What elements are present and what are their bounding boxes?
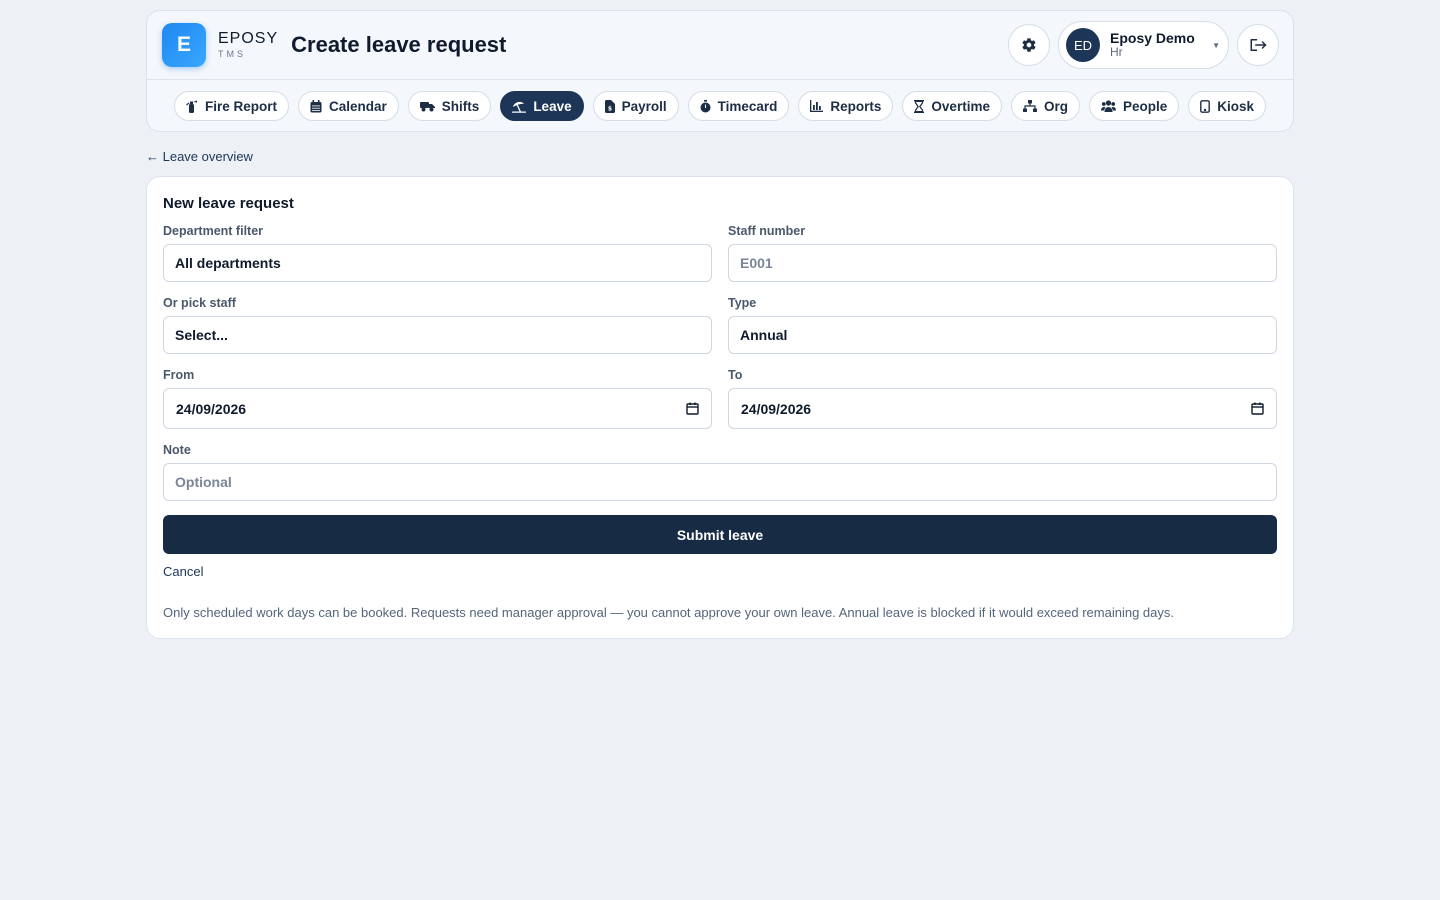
tab-label: Kiosk	[1217, 98, 1254, 114]
from-date-value: 24/09/2026	[176, 400, 247, 417]
from-date-input[interactable]: 24/09/2026	[163, 388, 712, 429]
leave-type-select[interactable]: Annual	[728, 316, 1277, 354]
tab-label: People	[1122, 98, 1168, 114]
to-date-input[interactable]: 24/09/2026	[728, 388, 1277, 429]
leave-request-form: New leave request Department filter All …	[146, 176, 1294, 639]
tab-fire-report[interactable]: Fire Report	[174, 91, 290, 121]
tab-label: Reports	[830, 98, 882, 114]
pick-staff-field: Or pick staff Select...	[163, 296, 712, 354]
field-label: From	[163, 368, 195, 382]
tab-label: Payroll	[621, 98, 667, 114]
page-title: Create leave request	[291, 32, 507, 57]
note-field: Note Optional	[163, 443, 1277, 501]
tablet-icon	[1200, 99, 1211, 113]
tab-label: Org	[1043, 98, 1068, 114]
form-grid: Department filter All departments Staff …	[163, 224, 1277, 443]
tab-label: Calendar	[329, 98, 387, 114]
tab-overtime[interactable]: Overtime	[902, 91, 1002, 121]
main-nav: Fire Report Calendar Shifts Leave $ Payr…	[147, 80, 1293, 132]
field-label: To	[728, 368, 743, 382]
tab-label: Timecard	[717, 98, 778, 114]
tab-label: Overtime	[931, 98, 990, 114]
hourglass-icon	[914, 99, 925, 113]
form-title: New leave request	[163, 195, 294, 212]
tab-reports[interactable]: Reports	[798, 91, 894, 121]
app-container: E EPOSY TMS Create leave request ED Epos…	[146, 10, 1294, 639]
submit-leave-button[interactable]: Submit leave	[163, 515, 1277, 554]
truck-icon	[419, 102, 435, 112]
header-top-row: E EPOSY TMS Create leave request ED Epos…	[147, 11, 1293, 80]
tab-people[interactable]: People	[1088, 91, 1180, 121]
avatar: ED	[1066, 28, 1100, 62]
stopwatch-icon	[700, 99, 711, 112]
help-text: Only scheduled work days can be booked. …	[163, 605, 1174, 620]
department-filter-field: Department filter All departments	[163, 224, 712, 282]
brand-subtitle: TMS	[218, 49, 246, 59]
calendar-icon	[310, 99, 322, 112]
invoice-dollar-icon: $	[604, 99, 615, 113]
fire-extinguisher-icon	[186, 100, 197, 113]
user-role: Hr	[1110, 45, 1123, 60]
app-header: E EPOSY TMS Create leave request ED Epos…	[146, 10, 1294, 132]
to-date-field: To 24/09/2026	[728, 368, 1277, 429]
tab-calendar[interactable]: Calendar	[298, 91, 399, 121]
tab-leave[interactable]: Leave	[500, 91, 584, 121]
user-menu[interactable]: ED Eposy Demo Hr ▼	[1058, 21, 1229, 69]
field-label: Department filter	[163, 224, 264, 238]
back-to-leave-overview-link[interactable]: ← Leave overview	[146, 149, 253, 164]
tab-shifts[interactable]: Shifts	[407, 91, 492, 121]
logout-button[interactable]	[1237, 24, 1279, 66]
brand-name: EPOSY	[218, 30, 279, 47]
tab-kiosk[interactable]: Kiosk	[1188, 91, 1266, 121]
staff-number-field: Staff number E001	[728, 224, 1277, 282]
tab-label: Leave	[533, 98, 572, 114]
bar-chart-icon	[810, 100, 824, 112]
department-filter-select[interactable]: All departments	[163, 244, 712, 282]
field-label: Type	[728, 296, 757, 310]
tab-label: Fire Report	[205, 98, 278, 114]
field-label: Note	[163, 443, 191, 457]
note-input[interactable]: Optional	[163, 463, 1277, 501]
to-date-value: 24/09/2026	[741, 400, 812, 417]
settings-button[interactable]	[1008, 24, 1050, 66]
tab-org[interactable]: Org	[1010, 91, 1080, 121]
field-label: Staff number	[728, 224, 806, 238]
tab-label: Shifts	[441, 98, 480, 114]
user-name: Eposy Demo	[1110, 29, 1195, 46]
calendar-picker-icon[interactable]	[686, 402, 699, 415]
svg-text:$: $	[608, 105, 612, 112]
app-logo[interactable]: E	[162, 23, 206, 67]
tab-payroll[interactable]: $ Payroll	[592, 91, 679, 121]
field-label: Or pick staff	[163, 296, 236, 310]
pick-staff-select[interactable]: Select...	[163, 316, 712, 354]
from-date-field: From 24/09/2026	[163, 368, 712, 429]
brand: EPOSY TMS	[218, 31, 278, 59]
logout-icon	[1250, 39, 1267, 51]
sitemap-icon	[1022, 100, 1037, 112]
gear-icon	[1022, 38, 1036, 52]
beach-umbrella-icon	[512, 101, 527, 113]
calendar-picker-icon[interactable]	[1251, 402, 1264, 415]
cancel-link[interactable]: Cancel	[163, 564, 203, 579]
caret-down-icon: ▼	[1212, 40, 1220, 50]
tab-timecard[interactable]: Timecard	[687, 91, 790, 121]
users-icon	[1100, 100, 1116, 112]
type-field: Type Annual	[728, 296, 1277, 354]
staff-number-input[interactable]: E001	[728, 244, 1277, 282]
